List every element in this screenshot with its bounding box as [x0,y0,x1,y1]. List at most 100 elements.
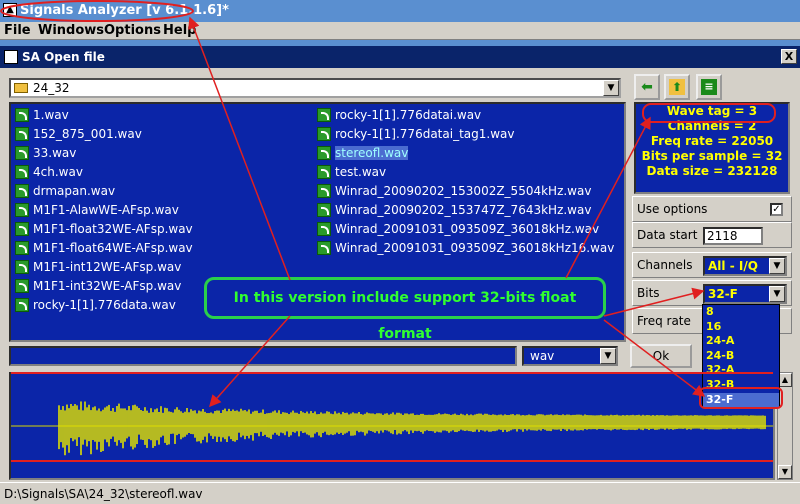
chevron-down-icon[interactable]: ▼ [769,286,785,302]
wav-file-icon [15,279,29,293]
use-options-row: Use options ✓ [632,196,792,222]
app-title: Signals Analyzer [v 6.1.1.6]* [20,3,229,18]
list-item-selected[interactable]: stereofl.wav [317,146,409,165]
wav-file-icon [317,146,331,160]
wav-file-icon [15,260,29,274]
scroll-down-icon[interactable]: ▼ [778,465,792,479]
channels-row: Channels All - I/Q ▼ [632,252,792,278]
bits-info: Bits per sample = 32 [641,149,783,163]
menubar: File Windows Options Help [0,22,800,40]
bits-option[interactable]: 16 [703,320,779,335]
back-arrow-icon: ⬅ [641,79,653,95]
list-item[interactable]: Winrad_20091031_093509Z_36018kHz.wav [317,222,599,241]
list-item[interactable]: rocky-1[1].776data.wav [15,298,176,317]
wav-file-icon [317,127,331,141]
bits-select[interactable]: 32-F ▼ [703,284,787,304]
wav-file-icon [317,165,331,179]
list-item[interactable]: M1F1-float64WE-AFsp.wav [15,241,193,260]
back-button[interactable]: ⬅ [634,74,660,100]
wav-file-icon [317,108,331,122]
wav-file-icon [15,146,29,160]
folder-icon [14,83,28,93]
data-size-info: Data size = 232128 [646,164,778,178]
list-item[interactable]: Winrad_20090202_153747Z_7643kHz.wav [317,203,591,222]
status-bar: D:\Signals\SA\24_32\stereofl.wav [0,482,800,504]
list-view-icon: ≡ [701,79,717,95]
channels-label: Channels [637,258,693,272]
folder-name: 24_32 [33,81,70,95]
freq-rate-info: Freq rate = 22050 [650,134,774,148]
list-view-button[interactable]: ≡ [696,74,722,100]
wav-file-icon [15,222,29,236]
up-folder-icon: ⬆ [669,79,685,95]
wav-file-icon [15,165,29,179]
dialog-icon [4,50,18,64]
list-item[interactable]: 152_875_001.wav [15,127,142,146]
list-item[interactable]: Winrad_20091031_093509Z_36018kHz16.wav [317,241,614,260]
wav-file-icon [15,203,29,217]
freq-rate-label: Freq rate [637,314,691,328]
bits-dropdown-list[interactable]: 8 16 24-A 24-B 32-A 32-B 32-F [702,304,780,408]
menu-options[interactable]: Options [104,23,161,38]
folder-combo[interactable]: 24_32 ▼ [9,78,621,98]
list-item[interactable]: 33.wav [15,146,76,165]
wave-tag-info: Wave tag = 3 [666,104,758,118]
data-start-row: Data start 2118 [632,222,792,248]
dialog-title-bar: SA Open file X [0,46,800,68]
list-item[interactable]: rocky-1[1].776datai_tag1.wav [317,127,514,146]
wave-info-box: Wave tag = 3 Channels = 2 Freq rate = 22… [634,102,790,194]
menu-help[interactable]: Help [163,23,196,38]
wav-file-icon [317,222,331,236]
chevron-down-icon[interactable]: ▼ [600,348,616,364]
app-icon: ▲ [3,3,17,17]
data-start-field[interactable]: 2118 [703,227,763,245]
bits-option[interactable]: 24-B [703,349,779,364]
bits-option-selected[interactable]: 32-F [703,392,779,408]
filetype-combo[interactable]: wav ▼ [522,346,618,366]
waveform-svg [11,401,773,456]
waveform-trace [58,401,766,456]
wav-file-icon [15,108,29,122]
bits-label: Bits [637,286,660,300]
list-item[interactable]: M1F1-AlawWE-AFsp.wav [15,203,179,222]
list-item[interactable]: test.wav [317,165,386,184]
status-path: D:\Signals\SA\24_32\stereofl.wav [4,487,203,501]
channels-info: Channels = 2 [667,119,757,133]
bits-option[interactable]: 32-A [703,363,779,378]
list-item[interactable]: 4ch.wav [15,165,83,184]
scroll-up-icon[interactable]: ▲ [778,373,792,387]
wav-file-icon [317,241,331,255]
data-start-label: Data start [637,228,698,242]
wav-file-icon [15,184,29,198]
bits-row: Bits 32-F ▼ [632,280,792,306]
wav-file-icon [15,241,29,255]
bits-option[interactable]: 32-B [703,378,779,393]
use-options-checkbox[interactable]: ✓ [770,203,783,216]
waveform-preview [9,372,775,480]
list-item[interactable]: drmapan.wav [15,184,115,203]
ok-button[interactable]: Ok [630,344,692,368]
chevron-down-icon[interactable]: ▼ [603,80,619,96]
bits-option[interactable]: 24-A [703,334,779,349]
wav-file-icon [317,184,331,198]
channels-select[interactable]: All - I/Q ▼ [703,256,787,276]
wav-file-icon [15,127,29,141]
list-item[interactable]: M1F1-float32WE-AFsp.wav [15,222,193,241]
app-title-bar: ▲ Signals Analyzer [v 6.1.1.6]* [0,0,800,22]
open-file-panel: 24_32 ▼ ⬅ ⬆ ≡ 1.wav 152_875_001.wav 33.w… [0,68,800,482]
list-item[interactable]: rocky-1[1].776datai.wav [317,108,481,127]
menu-windows[interactable]: Windows [38,23,104,38]
menu-file[interactable]: File [4,23,31,38]
list-item[interactable]: Winrad_20090202_153002Z_5504kHz.wav [317,184,591,203]
close-button[interactable]: X [781,49,797,64]
wav-file-icon [317,203,331,217]
bits-option[interactable]: 8 [703,305,779,320]
chevron-down-icon[interactable]: ▼ [769,258,785,274]
up-folder-button[interactable]: ⬆ [664,74,690,100]
wav-file-icon [15,298,29,312]
filename-input[interactable] [9,346,517,366]
list-item[interactable]: 1.wav [15,108,69,127]
annotation-callout: In this version include support 32-bits … [204,277,606,342]
list-item[interactable]: M1F1-int32WE-AFsp.wav [15,279,181,298]
list-item[interactable]: M1F1-int12WE-AFsp.wav [15,260,181,279]
